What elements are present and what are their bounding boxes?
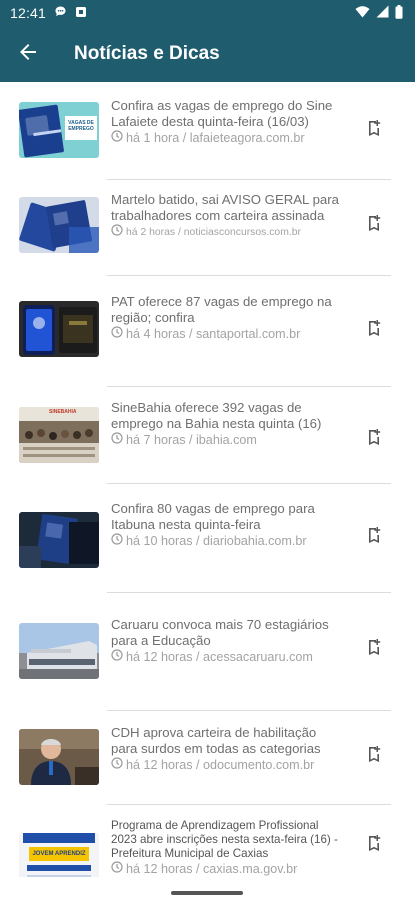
clock-icon: [111, 224, 123, 242]
thumb-caption: VAGAS DE EMPREGO: [68, 120, 94, 132]
news-item[interactable]: Martelo batido, sai AVISO GERAL para tra…: [0, 180, 415, 275]
bookmark-button[interactable]: [362, 213, 386, 237]
news-thumbnail: [19, 197, 99, 253]
clock-icon: [111, 130, 123, 146]
thumb-caption: JOVEM APRENDIZ: [32, 851, 86, 857]
news-thumbnail: [19, 512, 99, 568]
signal-icon: [376, 5, 389, 21]
news-source: há 12 horas / caxias.ma.gov.br: [126, 862, 298, 876]
news-source: há 7 horas / ibahia.com: [126, 433, 257, 447]
status-time: 12:41: [10, 5, 47, 21]
news-thumbnail: [19, 623, 99, 679]
news-source: há 1 hora / lafaieteagora.com.br: [126, 131, 305, 145]
home-gesture-handle[interactable]: [171, 891, 243, 895]
news-meta: há 2 horas / noticiasconcursos.com.br: [111, 224, 346, 242]
news-thumbnail: VAGAS DE EMPREGO: [19, 102, 99, 158]
clock-icon: [111, 326, 123, 342]
bookmark-add-icon: [366, 834, 382, 857]
news-item[interactable]: Confira 80 vagas de emprego para Itabuna…: [0, 484, 415, 592]
news-meta: há 1 hora / lafaieteagora.com.br: [111, 130, 346, 146]
arrow-back-icon: [18, 42, 38, 67]
bookmark-button[interactable]: [362, 833, 386, 857]
bookmark-button[interactable]: [362, 525, 386, 549]
back-button[interactable]: [0, 26, 56, 82]
news-meta: há 12 horas / acessacaruaru.com: [111, 649, 346, 665]
news-source: há 2 horas / noticiasconcursos.com.br: [126, 227, 301, 238]
bookmark-add-icon: [366, 638, 382, 661]
news-item[interactable]: JOVEM APRENDIZ Programa de Aprendizagem …: [0, 805, 415, 877]
clock-icon: [111, 533, 123, 549]
wifi-icon: [355, 5, 370, 21]
bookmark-add-icon: [366, 214, 382, 237]
app-bar: Notícias e Dicas: [0, 26, 415, 82]
news-meta: há 12 horas / caxias.ma.gov.br: [111, 861, 346, 877]
news-title: SineBahia oferece 392 vagas de emprego n…: [111, 400, 322, 431]
square-notification-icon: [75, 5, 87, 21]
news-title: Programa de Aprendizagem Profissional 20…: [111, 819, 338, 860]
news-source: há 12 horas / acessacaruaru.com: [126, 650, 313, 664]
news-source: há 10 horas / diariobahia.com.br: [126, 534, 307, 548]
bookmark-add-icon: [366, 526, 382, 549]
news-title: Martelo batido, sai AVISO GERAL para tra…: [111, 192, 339, 223]
battery-icon: [395, 4, 403, 22]
page-title: Notícias e Dicas: [74, 43, 220, 64]
news-thumbnail: JOVEM APRENDIZ: [19, 833, 99, 877]
news-meta: há 10 horas / diariobahia.com.br: [111, 533, 346, 549]
news-title: Confira as vagas de emprego do Sine Lafa…: [111, 98, 333, 129]
news-item[interactable]: PAT oferece 87 vagas de emprego na regiã…: [0, 276, 415, 386]
bookmark-button[interactable]: [362, 637, 386, 661]
clock-icon: [111, 757, 123, 773]
bookmark-add-icon: [366, 119, 382, 142]
news-title: CDH aprova carteira de habilitação para …: [111, 725, 321, 756]
bookmark-button[interactable]: [362, 427, 386, 451]
news-title: PAT oferece 87 vagas de emprego na regiã…: [111, 294, 332, 325]
navigation-bar: [0, 877, 415, 900]
news-source: há 12 horas / odocumento.com.br: [126, 758, 315, 772]
news-meta: há 12 horas / odocumento.com.br: [111, 757, 346, 773]
news-title: Caruaru convoca mais 70 estagiários para…: [111, 617, 329, 648]
bookmark-button[interactable]: [362, 318, 386, 342]
news-list[interactable]: VAGAS DE EMPREGO Confira as vagas de emp…: [0, 82, 415, 877]
news-meta: há 4 horas / santaportal.com.br: [111, 326, 346, 342]
news-thumbnail: [19, 301, 99, 357]
news-item[interactable]: CDH aprova carteira de habilitação para …: [0, 711, 415, 804]
chat-bubble-icon: [54, 5, 67, 21]
bookmark-button[interactable]: [362, 118, 386, 142]
news-item[interactable]: Caruaru convoca mais 70 estagiários para…: [0, 593, 415, 710]
clock-icon: [111, 649, 123, 665]
bookmark-add-icon: [366, 428, 382, 451]
bookmark-button[interactable]: [362, 744, 386, 768]
news-title: Confira 80 vagas de emprego para Itabuna…: [111, 501, 315, 532]
news-thumbnail: SINEBAHIA: [19, 407, 99, 463]
clock-icon: [111, 432, 123, 448]
status-bar: 12:41: [0, 0, 415, 26]
news-thumbnail: [19, 729, 99, 785]
bookmark-add-icon: [366, 319, 382, 342]
clock-icon: [111, 861, 123, 877]
news-meta: há 7 horas / ibahia.com: [111, 432, 346, 448]
news-item[interactable]: VAGAS DE EMPREGO Confira as vagas de emp…: [0, 82, 415, 179]
news-source: há 4 horas / santaportal.com.br: [126, 327, 301, 341]
bookmark-add-icon: [366, 745, 382, 768]
thumb-caption: SINEBAHIA: [49, 409, 77, 415]
news-item[interactable]: SINEBAHIA SineBahia oferece 392 vagas de…: [0, 387, 415, 483]
